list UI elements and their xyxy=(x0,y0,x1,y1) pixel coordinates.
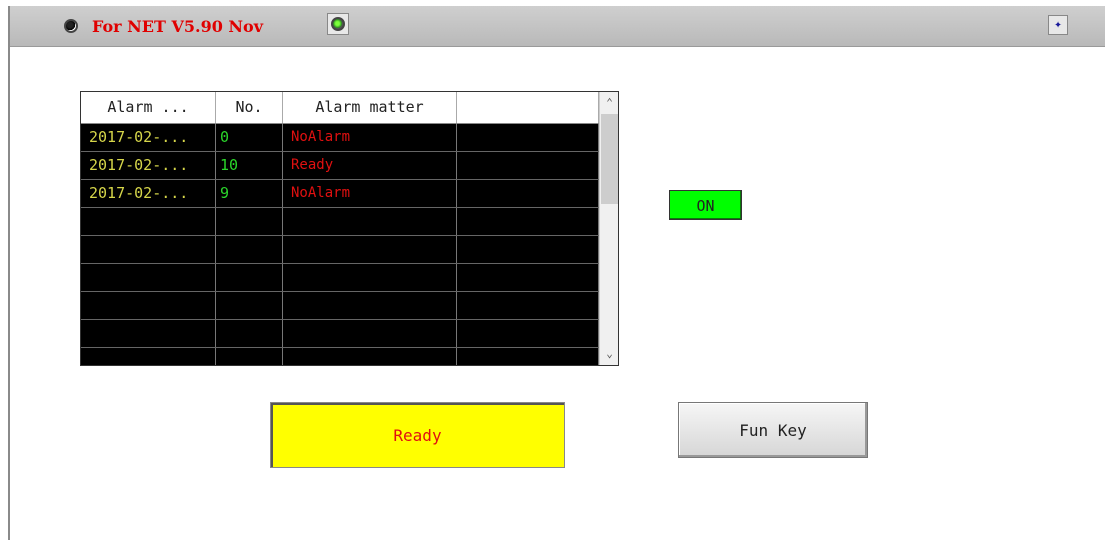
table-row[interactable] xyxy=(81,208,599,236)
alarm-table-header: Alarm ... No. Alarm matter xyxy=(81,92,599,124)
window-title: For NET V5.90 Nov xyxy=(92,17,263,36)
fun-key-button[interactable]: Fun Key xyxy=(678,402,868,458)
table-row[interactable]: 2017-02-... 0 NoAlarm xyxy=(81,124,599,152)
cell-number xyxy=(216,208,283,235)
alarm-table-body: 2017-02-... 0 NoAlarm 2017-02-... 10 Ready 201… xyxy=(81,124,599,365)
cell-alarm-time xyxy=(81,236,216,263)
cell-empty xyxy=(457,152,599,179)
green-led-icon xyxy=(331,17,345,31)
cell-alarm-time xyxy=(81,264,216,291)
table-row[interactable] xyxy=(81,236,599,264)
status-led-button[interactable] xyxy=(327,13,349,35)
cell-alarm-matter xyxy=(283,292,457,319)
table-row[interactable] xyxy=(81,292,599,320)
cell-empty xyxy=(457,264,599,291)
scroll-up-icon[interactable]: ⌃ xyxy=(600,94,618,112)
cell-alarm-matter: NoAlarm xyxy=(283,180,457,207)
table-row[interactable]: 2017-02-... 10 Ready xyxy=(81,152,599,180)
cell-alarm-matter xyxy=(283,348,457,365)
table-row[interactable] xyxy=(81,320,599,348)
table-row[interactable] xyxy=(81,348,599,365)
status-display: Ready xyxy=(270,402,565,468)
cell-empty xyxy=(457,236,599,263)
cell-number xyxy=(216,292,283,319)
scrollbar-thumb[interactable] xyxy=(601,114,618,204)
cell-empty xyxy=(457,320,599,347)
cell-alarm-time: 2017-02-... xyxy=(81,152,216,179)
cell-number: 10 xyxy=(216,152,283,179)
cell-empty xyxy=(457,348,599,365)
column-header-alarm-time[interactable]: Alarm ... xyxy=(81,92,216,123)
record-indicator-icon xyxy=(64,19,78,33)
cell-empty xyxy=(457,124,599,151)
table-row[interactable]: 2017-02-... 9 NoAlarm xyxy=(81,180,599,208)
cell-alarm-matter xyxy=(283,236,457,263)
column-header-number[interactable]: No. xyxy=(216,92,283,123)
cell-alarm-time xyxy=(81,348,216,365)
vertical-scrollbar[interactable]: ⌃ ⌄ xyxy=(599,92,618,365)
cell-alarm-time xyxy=(81,320,216,347)
cell-alarm-matter xyxy=(283,264,457,291)
cell-empty xyxy=(457,292,599,319)
cell-empty xyxy=(457,180,599,207)
cell-number: 9 xyxy=(216,180,283,207)
table-row[interactable] xyxy=(81,264,599,292)
cell-alarm-time: 2017-02-... xyxy=(81,180,216,207)
column-header-alarm-matter[interactable]: Alarm matter xyxy=(283,92,457,123)
cell-number xyxy=(216,264,283,291)
alarm-table[interactable]: Alarm ... No. Alarm matter 2017-02-... 0 N… xyxy=(80,91,619,366)
cell-number xyxy=(216,320,283,347)
cell-alarm-matter xyxy=(283,320,457,347)
cell-alarm-matter xyxy=(283,208,457,235)
title-bar: For NET V5.90 Nov ✦ xyxy=(10,6,1105,47)
cell-alarm-time: 2017-02-... xyxy=(81,124,216,151)
cell-alarm-time xyxy=(81,208,216,235)
cell-alarm-matter: NoAlarm xyxy=(283,124,457,151)
cell-alarm-matter: Ready xyxy=(283,152,457,179)
cursor-pointer-icon[interactable]: ✦ xyxy=(1048,15,1068,35)
cell-number xyxy=(216,236,283,263)
cell-empty xyxy=(457,208,599,235)
column-header-empty[interactable] xyxy=(457,92,599,123)
cell-number: 0 xyxy=(216,124,283,151)
on-toggle-button[interactable]: ON xyxy=(669,190,742,220)
cell-alarm-time xyxy=(81,292,216,319)
cell-number xyxy=(216,348,283,365)
scroll-down-icon[interactable]: ⌄ xyxy=(600,345,618,363)
